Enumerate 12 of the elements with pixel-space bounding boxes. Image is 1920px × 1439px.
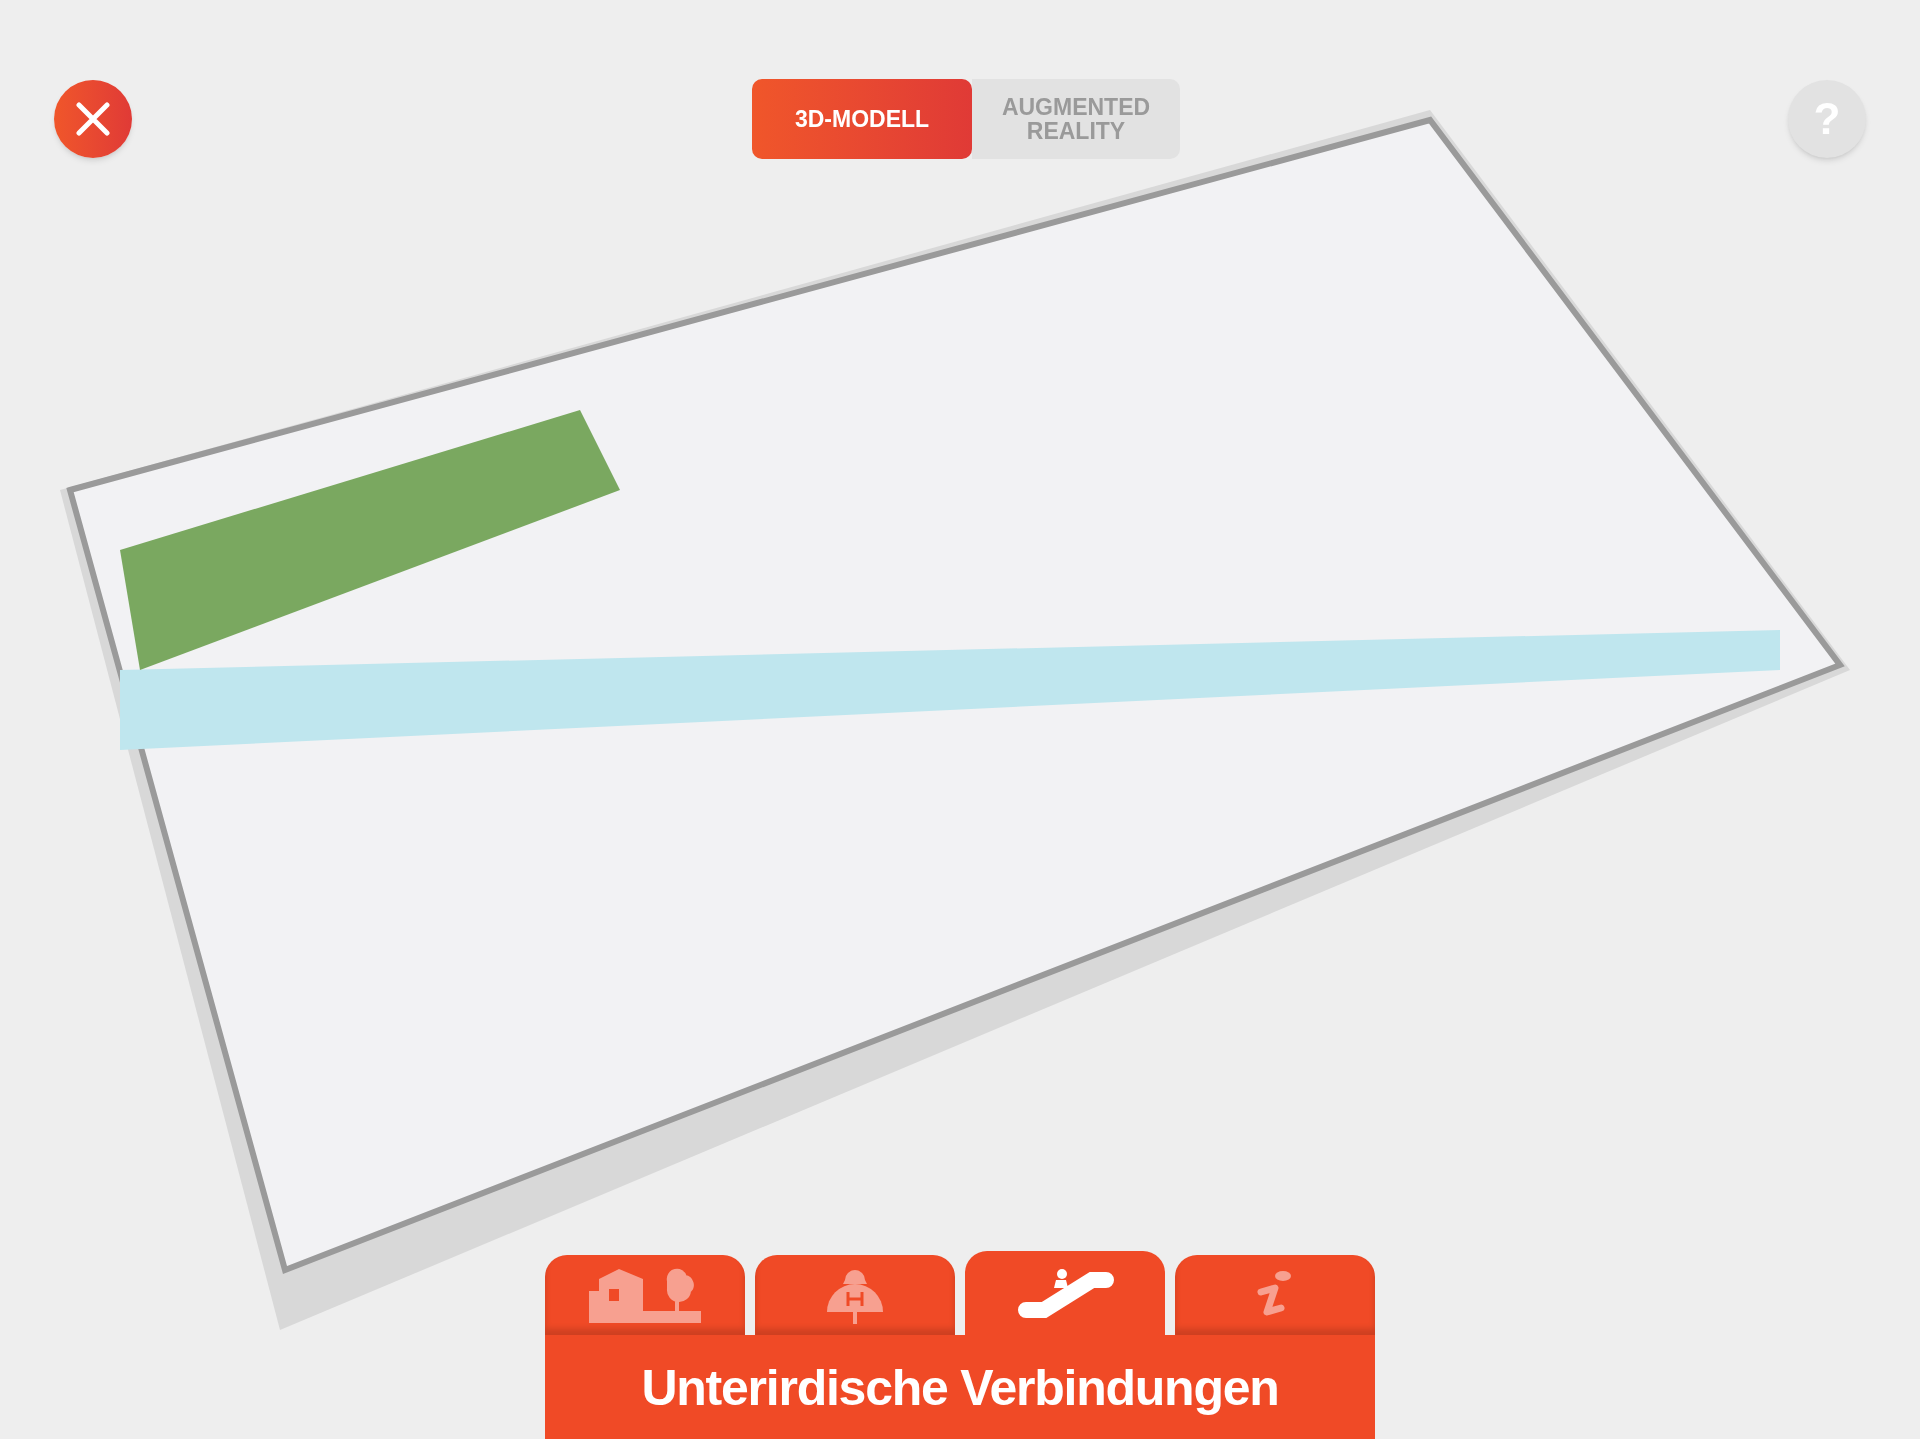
- category-tab[interactable]: [755, 1255, 955, 1335]
- category-tab[interactable]: [965, 1251, 1165, 1335]
- help-button[interactable]: ?: [1788, 80, 1866, 158]
- mode-tab[interactable]: 3D-MODELL: [752, 79, 972, 159]
- close-button[interactable]: [54, 80, 132, 158]
- house-and-tree-icon: [589, 1267, 701, 1323]
- escalator-icon: [1016, 1268, 1114, 1318]
- close-icon: [76, 102, 110, 136]
- panel-title: Unterirdische Verbindungen: [641, 1359, 1279, 1418]
- mode-tab[interactable]: AUGMENTED REALITY: [972, 79, 1180, 159]
- category-tab[interactable]: [1175, 1255, 1375, 1335]
- category-tab[interactable]: [545, 1255, 745, 1335]
